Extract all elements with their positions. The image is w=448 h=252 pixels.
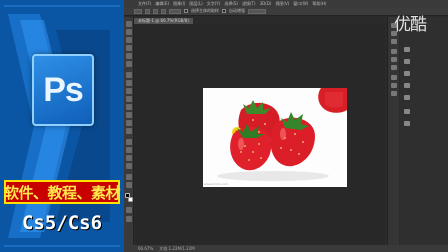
image-watermark-text: www.photo.com — [204, 182, 228, 186]
document-size-info[interactable]: 文档:1.22M/1.22M — [159, 246, 194, 252]
promo-caption-banner: 软件、教程、素材 — [4, 180, 121, 204]
menu-item-3d[interactable]: 3D(D) — [260, 1, 272, 6]
screen-mode-icon[interactable] — [126, 216, 132, 222]
eyedropper-tool-icon[interactable] — [126, 61, 132, 67]
menu-item-window[interactable]: 窗口(W) — [293, 1, 308, 7]
panel-dock — [400, 17, 448, 245]
brush-size-picker[interactable] — [169, 8, 181, 14]
menu-item-layer[interactable]: 图层(L) — [189, 1, 202, 7]
tool-preset-picker[interactable] — [134, 8, 142, 14]
document-image-strawberries[interactable]: www.photo.com — [203, 88, 347, 187]
menu-item-filter[interactable]: 滤镜(T) — [242, 1, 256, 7]
swatches-panel-icon[interactable] — [391, 57, 397, 62]
dock-icon-5[interactable] — [404, 95, 410, 100]
gradient-tool-icon[interactable] — [126, 112, 132, 118]
quick-mask-icon[interactable] — [126, 207, 132, 213]
color-panel-icon[interactable] — [391, 49, 397, 54]
menu-item-type[interactable]: 文字(Y) — [207, 1, 221, 7]
dock-icon-4[interactable] — [404, 83, 410, 88]
dodge-tool-icon[interactable] — [126, 128, 132, 134]
tools-panel — [124, 17, 134, 245]
quick-selection-tool-icon[interactable] — [126, 45, 132, 51]
dock-icon-7[interactable] — [404, 121, 410, 126]
shape-tool-icon[interactable] — [126, 163, 132, 169]
adjustments-panel-icon[interactable] — [391, 65, 397, 70]
new-selection-button[interactable] — [145, 8, 150, 14]
hand-tool-icon[interactable] — [126, 174, 132, 180]
path-selection-tool-icon[interactable] — [126, 155, 132, 161]
canvas-workspace[interactable]: www.photo.com — [135, 24, 385, 245]
photoshop-logo: Ps — [32, 54, 94, 126]
auto-enhance-checkbox[interactable] — [222, 9, 226, 13]
dock-icon-6[interactable] — [404, 109, 410, 114]
promo-version-text: Cs5/Cs6 — [21, 212, 103, 234]
clone-stamp-tool-icon[interactable] — [126, 88, 132, 94]
blur-tool-icon[interactable] — [126, 120, 132, 126]
promo-caption-text: 软件、教程、素材 — [4, 183, 121, 202]
menu-item-edit[interactable]: 编辑(E) — [155, 1, 169, 7]
channels-panel-icon[interactable] — [391, 83, 397, 88]
actions-panel-icon[interactable] — [391, 39, 397, 44]
dock-icon-2[interactable] — [404, 59, 410, 64]
menu-item-image[interactable]: 图像(I) — [173, 1, 185, 7]
sample-all-layers-label: 选择主体的取样 — [191, 8, 219, 13]
dock-icon-3[interactable] — [404, 71, 410, 76]
menu-item-help[interactable]: 帮助(H) — [312, 1, 326, 7]
menu-bar: 文件(F) 编辑(E) 图像(I) 图层(L) 文字(Y) 选择(S) 滤镜(T… — [124, 0, 448, 7]
zoom-tool-icon[interactable] — [126, 182, 132, 188]
crop-tool-icon[interactable] — [126, 53, 132, 59]
paths-panel-icon[interactable] — [391, 91, 397, 96]
photoshop-window: 文件(F) 编辑(E) 图像(I) 图层(L) 文字(Y) 选择(S) 滤镜(T… — [124, 0, 448, 252]
healing-brush-tool-icon[interactable] — [126, 72, 132, 78]
menu-item-file[interactable]: 文件(F) — [138, 1, 151, 7]
dock-icon-1[interactable] — [404, 47, 410, 52]
marquee-tool-icon[interactable] — [126, 29, 132, 35]
eraser-tool-icon[interactable] — [126, 104, 132, 110]
menu-item-view[interactable]: 视图(V) — [275, 1, 289, 7]
sample-all-layers-checkbox[interactable] — [184, 9, 188, 13]
history-brush-tool-icon[interactable] — [126, 96, 132, 102]
zoom-level[interactable]: 66.67% — [138, 246, 153, 251]
panel-icon-strip — [387, 17, 399, 245]
document-tabs: 未标题-1 @ 66.7%(RGB/8) — [134, 17, 384, 24]
add-selection-button[interactable] — [153, 8, 158, 14]
promo-panel: Ps 软件、教程、素材 Cs5/Cs6 — [0, 0, 124, 252]
background-color-swatch[interactable] — [128, 197, 133, 202]
menu-item-select[interactable]: 选择(S) — [224, 1, 238, 7]
pen-tool-icon[interactable] — [126, 139, 132, 145]
brush-tool-icon[interactable] — [126, 80, 132, 86]
strawberries-illustration — [203, 88, 347, 187]
move-tool-icon[interactable] — [126, 21, 132, 27]
subtract-selection-button[interactable] — [161, 8, 166, 14]
layers-panel-icon[interactable] — [391, 75, 397, 80]
status-bar: 66.67% 文档:1.22M/1.22M — [124, 245, 448, 252]
youku-watermark: 优酷 — [394, 15, 427, 35]
logo-text: Ps — [43, 70, 84, 109]
lasso-tool-icon[interactable] — [126, 37, 132, 43]
auto-enhance-label: 自动增强 — [229, 8, 245, 13]
refine-edge-button[interactable] — [248, 8, 266, 14]
type-tool-icon[interactable] — [126, 147, 132, 153]
